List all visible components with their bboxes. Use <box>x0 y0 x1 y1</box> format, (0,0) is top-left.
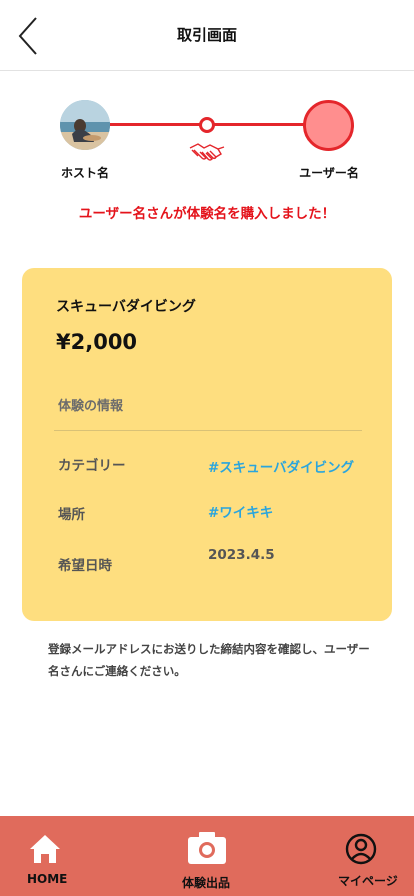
home-icon <box>30 835 60 863</box>
experience-title: スキューバダイビング <box>56 299 196 315</box>
host-name: ホスト名 <box>60 166 109 180</box>
user-circle-icon <box>345 833 377 865</box>
page-title: 取引画面 <box>176 26 237 44</box>
location-tag[interactable]: #ワイキキ <box>208 501 273 521</box>
experience-price: ¥2,000 <box>56 330 138 354</box>
tab-home[interactable]: HOME <box>18 816 74 896</box>
user-avatar[interactable] <box>303 100 354 151</box>
date-label: 希望日時 <box>58 558 112 574</box>
tab-list-experience[interactable]: 体験出品 <box>178 816 238 896</box>
divider <box>54 430 362 431</box>
purchase-notice: ユーザー名さんが体験名を購入しました！ <box>78 206 336 222</box>
tab-list-experience-label: 体験出品 <box>182 876 231 890</box>
camera-icon <box>188 832 226 864</box>
tab-bar: HOME 体験出品 マイページ <box>0 816 414 896</box>
user-name: ユーザー名 <box>299 166 359 180</box>
progress-line-left <box>108 123 202 126</box>
tab-home-label: HOME <box>27 872 68 886</box>
header: 取引画面 <box>0 0 414 71</box>
transaction-progress: ホスト名 ユーザー名 <box>0 96 414 196</box>
tab-mypage-label: マイページ <box>338 874 398 888</box>
experience-card: スキューバダイビング ¥2,000 体験の情報 カテゴリー #スキューバダイビン… <box>22 268 392 621</box>
category-label: カテゴリー <box>58 458 126 474</box>
tab-mypage[interactable]: マイページ <box>334 816 400 896</box>
location-label: 場所 <box>58 507 85 523</box>
section-label: 体験の情報 <box>58 399 124 414</box>
progress-line-right <box>212 123 306 126</box>
date-value: 2023.4.5 <box>208 547 275 563</box>
progress-midpoint <box>199 117 215 133</box>
host-photo <box>60 100 110 150</box>
host-avatar[interactable] <box>60 100 110 150</box>
handshake-icon <box>188 140 226 168</box>
category-tag[interactable]: #スキューバダイビング <box>208 456 354 476</box>
contact-note: 登録メールアドレスにお送りした締結内容を確認し、ユーザー名さんにご連絡ください。 <box>48 642 370 678</box>
